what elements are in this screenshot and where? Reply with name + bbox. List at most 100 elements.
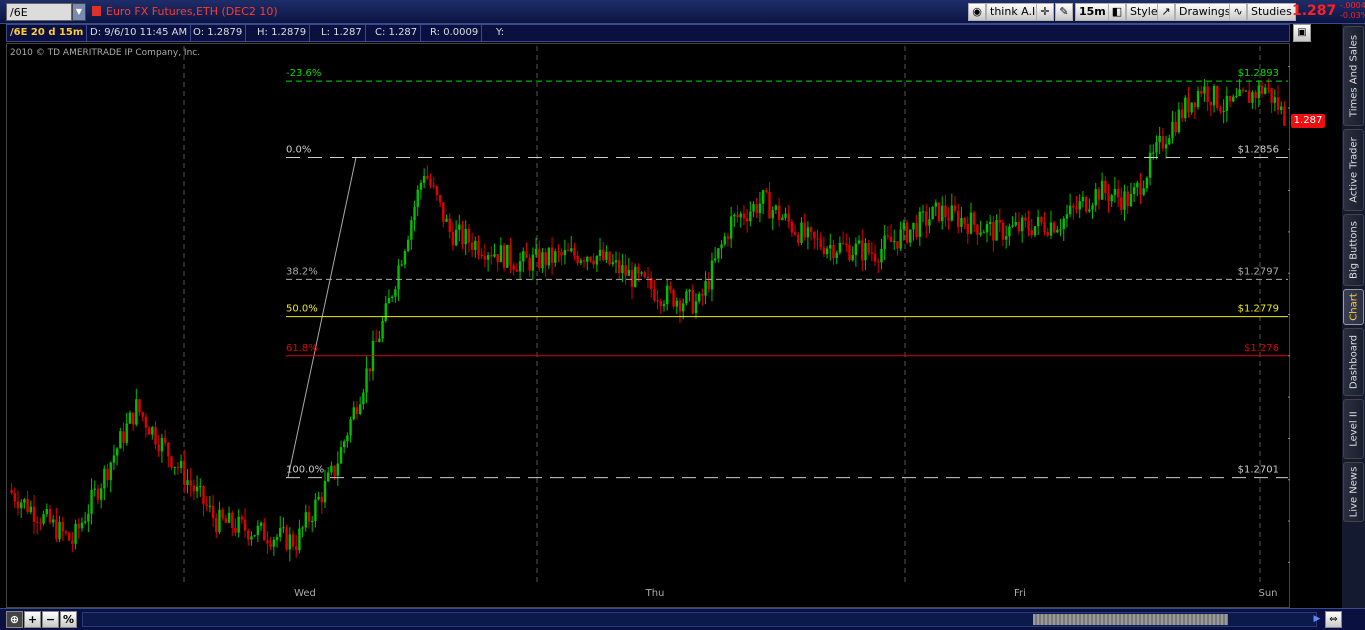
candle bbox=[1132, 182, 1136, 202]
candle bbox=[1190, 102, 1193, 115]
candle bbox=[509, 237, 512, 273]
candle bbox=[726, 232, 730, 247]
tab-times-and-sales[interactable]: Times And Sales bbox=[1343, 26, 1364, 126]
candle bbox=[1004, 225, 1008, 249]
candle bbox=[186, 468, 189, 494]
candle bbox=[323, 469, 327, 508]
candle bbox=[154, 421, 157, 450]
candle bbox=[950, 193, 954, 222]
candle bbox=[115, 446, 119, 466]
candle bbox=[426, 165, 429, 180]
candle-body bbox=[342, 441, 346, 448]
candle bbox=[1280, 101, 1283, 115]
candle-body bbox=[106, 468, 109, 481]
candle-body bbox=[119, 431, 122, 449]
zoom-in-button[interactable]: + bbox=[24, 611, 41, 628]
candle-body bbox=[480, 254, 483, 257]
candle-body bbox=[934, 202, 938, 207]
candle-body bbox=[1036, 217, 1040, 227]
candle bbox=[71, 531, 74, 552]
candle bbox=[211, 494, 215, 527]
price-chart[interactable]: WedThuFriSun1.2661.2681.271.2721.2741.27… bbox=[0, 0, 1340, 608]
candle-body bbox=[627, 269, 631, 276]
candle bbox=[349, 416, 352, 443]
candle bbox=[915, 214, 918, 240]
candle-body bbox=[806, 227, 810, 238]
candle-body bbox=[838, 242, 842, 253]
candle-body bbox=[646, 277, 650, 279]
candle-body bbox=[723, 236, 726, 245]
candle bbox=[1219, 105, 1222, 114]
candle bbox=[419, 179, 423, 200]
candle-body bbox=[877, 261, 880, 263]
candle-body bbox=[845, 243, 848, 245]
candle bbox=[502, 243, 506, 272]
candle-body bbox=[611, 262, 615, 265]
candle-body bbox=[1171, 121, 1174, 139]
candle-body bbox=[394, 289, 397, 297]
candle-body bbox=[634, 266, 637, 287]
tab-big-buttons[interactable]: Big Buttons bbox=[1343, 214, 1364, 286]
tab-level-ii[interactable]: Level II bbox=[1343, 399, 1364, 459]
candle bbox=[58, 516, 61, 543]
fib-level-pct: -23.6% bbox=[286, 68, 321, 79]
percent-scale-button[interactable]: % bbox=[60, 611, 77, 628]
candle-body bbox=[1241, 89, 1245, 92]
fib-level-price: $1.2797 bbox=[1238, 266, 1279, 277]
candle bbox=[1001, 219, 1005, 247]
candle-body bbox=[1267, 87, 1270, 89]
candle bbox=[1065, 204, 1069, 228]
candle-body bbox=[1129, 194, 1133, 207]
price-change-abs: -.0004 bbox=[1340, 1, 1365, 10]
candle-body bbox=[586, 256, 589, 262]
expand-icon[interactable]: ⇔ bbox=[1325, 611, 1342, 628]
zoom-menu-icon[interactable]: ⊕ bbox=[6, 611, 23, 628]
candle-body bbox=[966, 223, 969, 234]
candle-body bbox=[1270, 87, 1273, 103]
x-tick-label: Sun bbox=[1258, 588, 1277, 599]
candle bbox=[825, 246, 829, 259]
tab-active-trader[interactable]: Active Trader bbox=[1343, 129, 1364, 211]
candle-body bbox=[221, 509, 224, 519]
candle-body bbox=[432, 185, 435, 187]
candle bbox=[611, 254, 615, 267]
candle-body bbox=[387, 297, 391, 304]
candle-body bbox=[953, 205, 957, 211]
candle bbox=[729, 206, 733, 248]
candle-body bbox=[253, 535, 256, 537]
candle bbox=[29, 500, 32, 515]
candle bbox=[662, 300, 666, 312]
tab-chart[interactable]: Chart bbox=[1343, 289, 1364, 325]
candle bbox=[224, 514, 228, 524]
candle bbox=[23, 498, 26, 509]
zoom-out-button[interactable]: − bbox=[42, 611, 59, 628]
candle-body bbox=[550, 247, 554, 263]
candle bbox=[877, 258, 880, 274]
candle-body bbox=[774, 205, 778, 210]
horizontal-scrollbar[interactable] bbox=[82, 612, 1317, 627]
tab-dashboard[interactable]: Dashboard bbox=[1343, 328, 1364, 396]
candle-body bbox=[1158, 135, 1161, 143]
candle-body bbox=[502, 245, 506, 268]
candle bbox=[563, 239, 567, 265]
candle bbox=[761, 189, 765, 215]
candle-body bbox=[1177, 109, 1181, 133]
candle-body bbox=[330, 465, 333, 473]
scroll-right-icon[interactable]: ▶ bbox=[1311, 612, 1323, 627]
candle-body bbox=[1100, 180, 1104, 200]
candle-body bbox=[454, 229, 458, 246]
candle bbox=[458, 214, 461, 242]
candle bbox=[195, 475, 199, 499]
candle bbox=[1193, 102, 1197, 120]
tab-live-news[interactable]: Live News bbox=[1343, 462, 1364, 522]
candle-body bbox=[259, 522, 263, 526]
candle-body bbox=[1004, 236, 1008, 240]
candle-body bbox=[1212, 86, 1216, 106]
candle-body bbox=[928, 219, 931, 226]
candle-body bbox=[1008, 226, 1011, 237]
candle-body bbox=[745, 218, 749, 222]
candle bbox=[1030, 218, 1033, 239]
scroll-thumb[interactable] bbox=[1033, 614, 1228, 625]
candle bbox=[1241, 87, 1245, 94]
candle-body bbox=[83, 521, 87, 523]
